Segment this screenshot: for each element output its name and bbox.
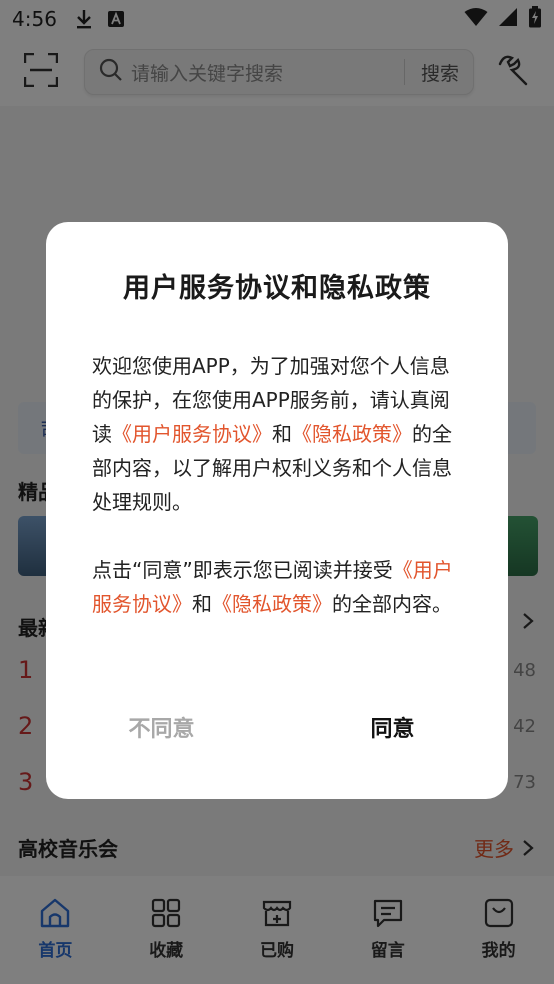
dialog-body: 欢迎您使用APP，为了加强对您个人信息的保护，在您使用APP服务前，请认真阅读《… [92,349,462,621]
para2-and: 和 [192,592,212,616]
para1-and: 和 [272,422,292,446]
dialog-title: 用户服务协议和隐私政策 [123,273,431,304]
para2-tail: 的全部内容。 [332,592,452,616]
user-agreement-link[interactable]: 《用户服务协议》 [112,422,272,446]
para2-text: 点击“同意”即表示您已阅读并接受 [92,558,393,582]
dialog-paragraph-2: 点击“同意”即表示您已阅读并接受《用户服务协议》和《隐私政策》的全部内容。 [92,553,462,621]
privacy-policy-link[interactable]: 《隐私政策》 [212,592,332,616]
dialog-paragraph-1: 欢迎您使用APP，为了加强对您个人信息的保护，在您使用APP服务前，请认真阅读《… [92,349,462,519]
privacy-dialog: 用户服务协议和隐私政策 欢迎您使用APP，为了加强对您个人信息的保护，在您使用A… [46,222,508,799]
disagree-button[interactable]: 不同意 [46,711,277,743]
dialog-actions: 不同意 同意 [46,711,508,743]
agree-button[interactable]: 同意 [277,711,508,743]
privacy-policy-link[interactable]: 《隐私政策》 [292,422,412,446]
